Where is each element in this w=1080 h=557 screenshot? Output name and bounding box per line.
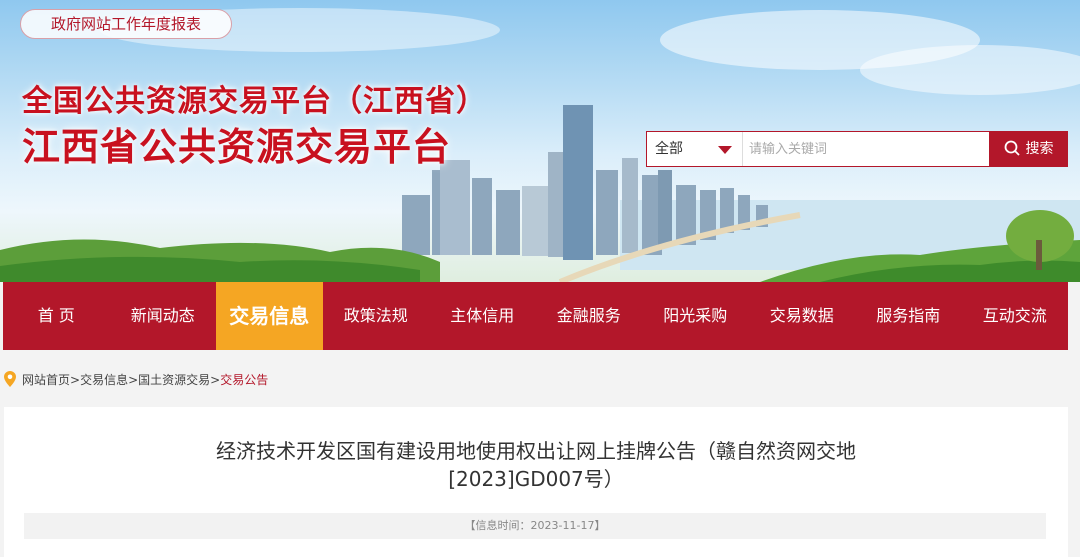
breadcrumb-home[interactable]: 网站首页 xyxy=(22,373,70,387)
map-pin-icon xyxy=(4,371,16,387)
triangle-down-icon xyxy=(718,146,732,154)
meta-end: 】 xyxy=(594,519,606,532)
article-title-line1: 经济技术开发区国有建设用地使用权出让网上挂牌公告（赣自然资网交地 xyxy=(216,439,856,463)
breadcrumb-separator: > xyxy=(128,373,139,387)
site-title-national: 全国公共资源交易平台（江西省） xyxy=(22,84,487,119)
article-panel: 经济技术开发区国有建设用地使用权出让网上挂牌公告（赣自然资网交地 [2023]G… xyxy=(4,407,1068,557)
breadcrumb-separator: > xyxy=(70,373,81,387)
nav-item-interaction[interactable]: 互动交流 xyxy=(962,282,1069,350)
breadcrumb-land-trade[interactable]: 国土资源交易 xyxy=(138,373,210,387)
breadcrumb-current[interactable]: 交易公告 xyxy=(220,373,268,387)
article-title: 经济技术开发区国有建设用地使用权出让网上挂牌公告（赣自然资网交地 [2023]G… xyxy=(4,437,1068,493)
nav-item-procurement[interactable]: 阳光采购 xyxy=(642,282,749,350)
nav-item-service-guide[interactable]: 服务指南 xyxy=(855,282,962,350)
main-nav: 首 页 新闻动态 交易信息 政策法规 主体信用 金融服务 阳光采购 交易数据 服… xyxy=(3,282,1068,350)
breadcrumb: 网站首页>交易信息>国土资源交易>交易公告 xyxy=(4,370,268,390)
nav-item-news[interactable]: 新闻动态 xyxy=(110,282,217,350)
article-meta: 【信息时间：2023-11-17】 xyxy=(24,513,1046,539)
nav-item-home[interactable]: 首 页 xyxy=(3,282,110,350)
search-bar: 全部 搜索 xyxy=(646,131,1068,167)
header-banner: 政府网站工作年度报表 全国公共资源交易平台（江西省） 江西省公共资源交易平台 全… xyxy=(0,0,1080,282)
search-input[interactable] xyxy=(747,133,991,165)
site-title-provincial: 江西省公共资源交易平台 xyxy=(22,124,452,169)
magnifier-icon xyxy=(1004,140,1020,156)
search-scope-value: 全部 xyxy=(655,141,683,157)
nav-item-policy[interactable]: 政策法规 xyxy=(323,282,430,350)
meta-label: 【信息时间： xyxy=(464,519,531,532)
annual-report-link[interactable]: 政府网站工作年度报表 xyxy=(20,9,232,39)
search-scope-select[interactable]: 全部 xyxy=(647,132,743,166)
nav-item-trade-info[interactable]: 交易信息 xyxy=(216,282,323,350)
nav-item-finance[interactable]: 金融服务 xyxy=(536,282,643,350)
article-title-line2: [2023]GD007号） xyxy=(448,467,624,491)
breadcrumb-trade-info[interactable]: 交易信息 xyxy=(80,373,128,387)
meta-date: 2023-11-17 xyxy=(530,519,595,532)
breadcrumb-separator: > xyxy=(210,373,221,387)
search-button-label: 搜索 xyxy=(1025,141,1054,157)
search-button[interactable]: 搜索 xyxy=(989,131,1068,167)
nav-item-credit[interactable]: 主体信用 xyxy=(429,282,536,350)
nav-item-trade-data[interactable]: 交易数据 xyxy=(749,282,856,350)
